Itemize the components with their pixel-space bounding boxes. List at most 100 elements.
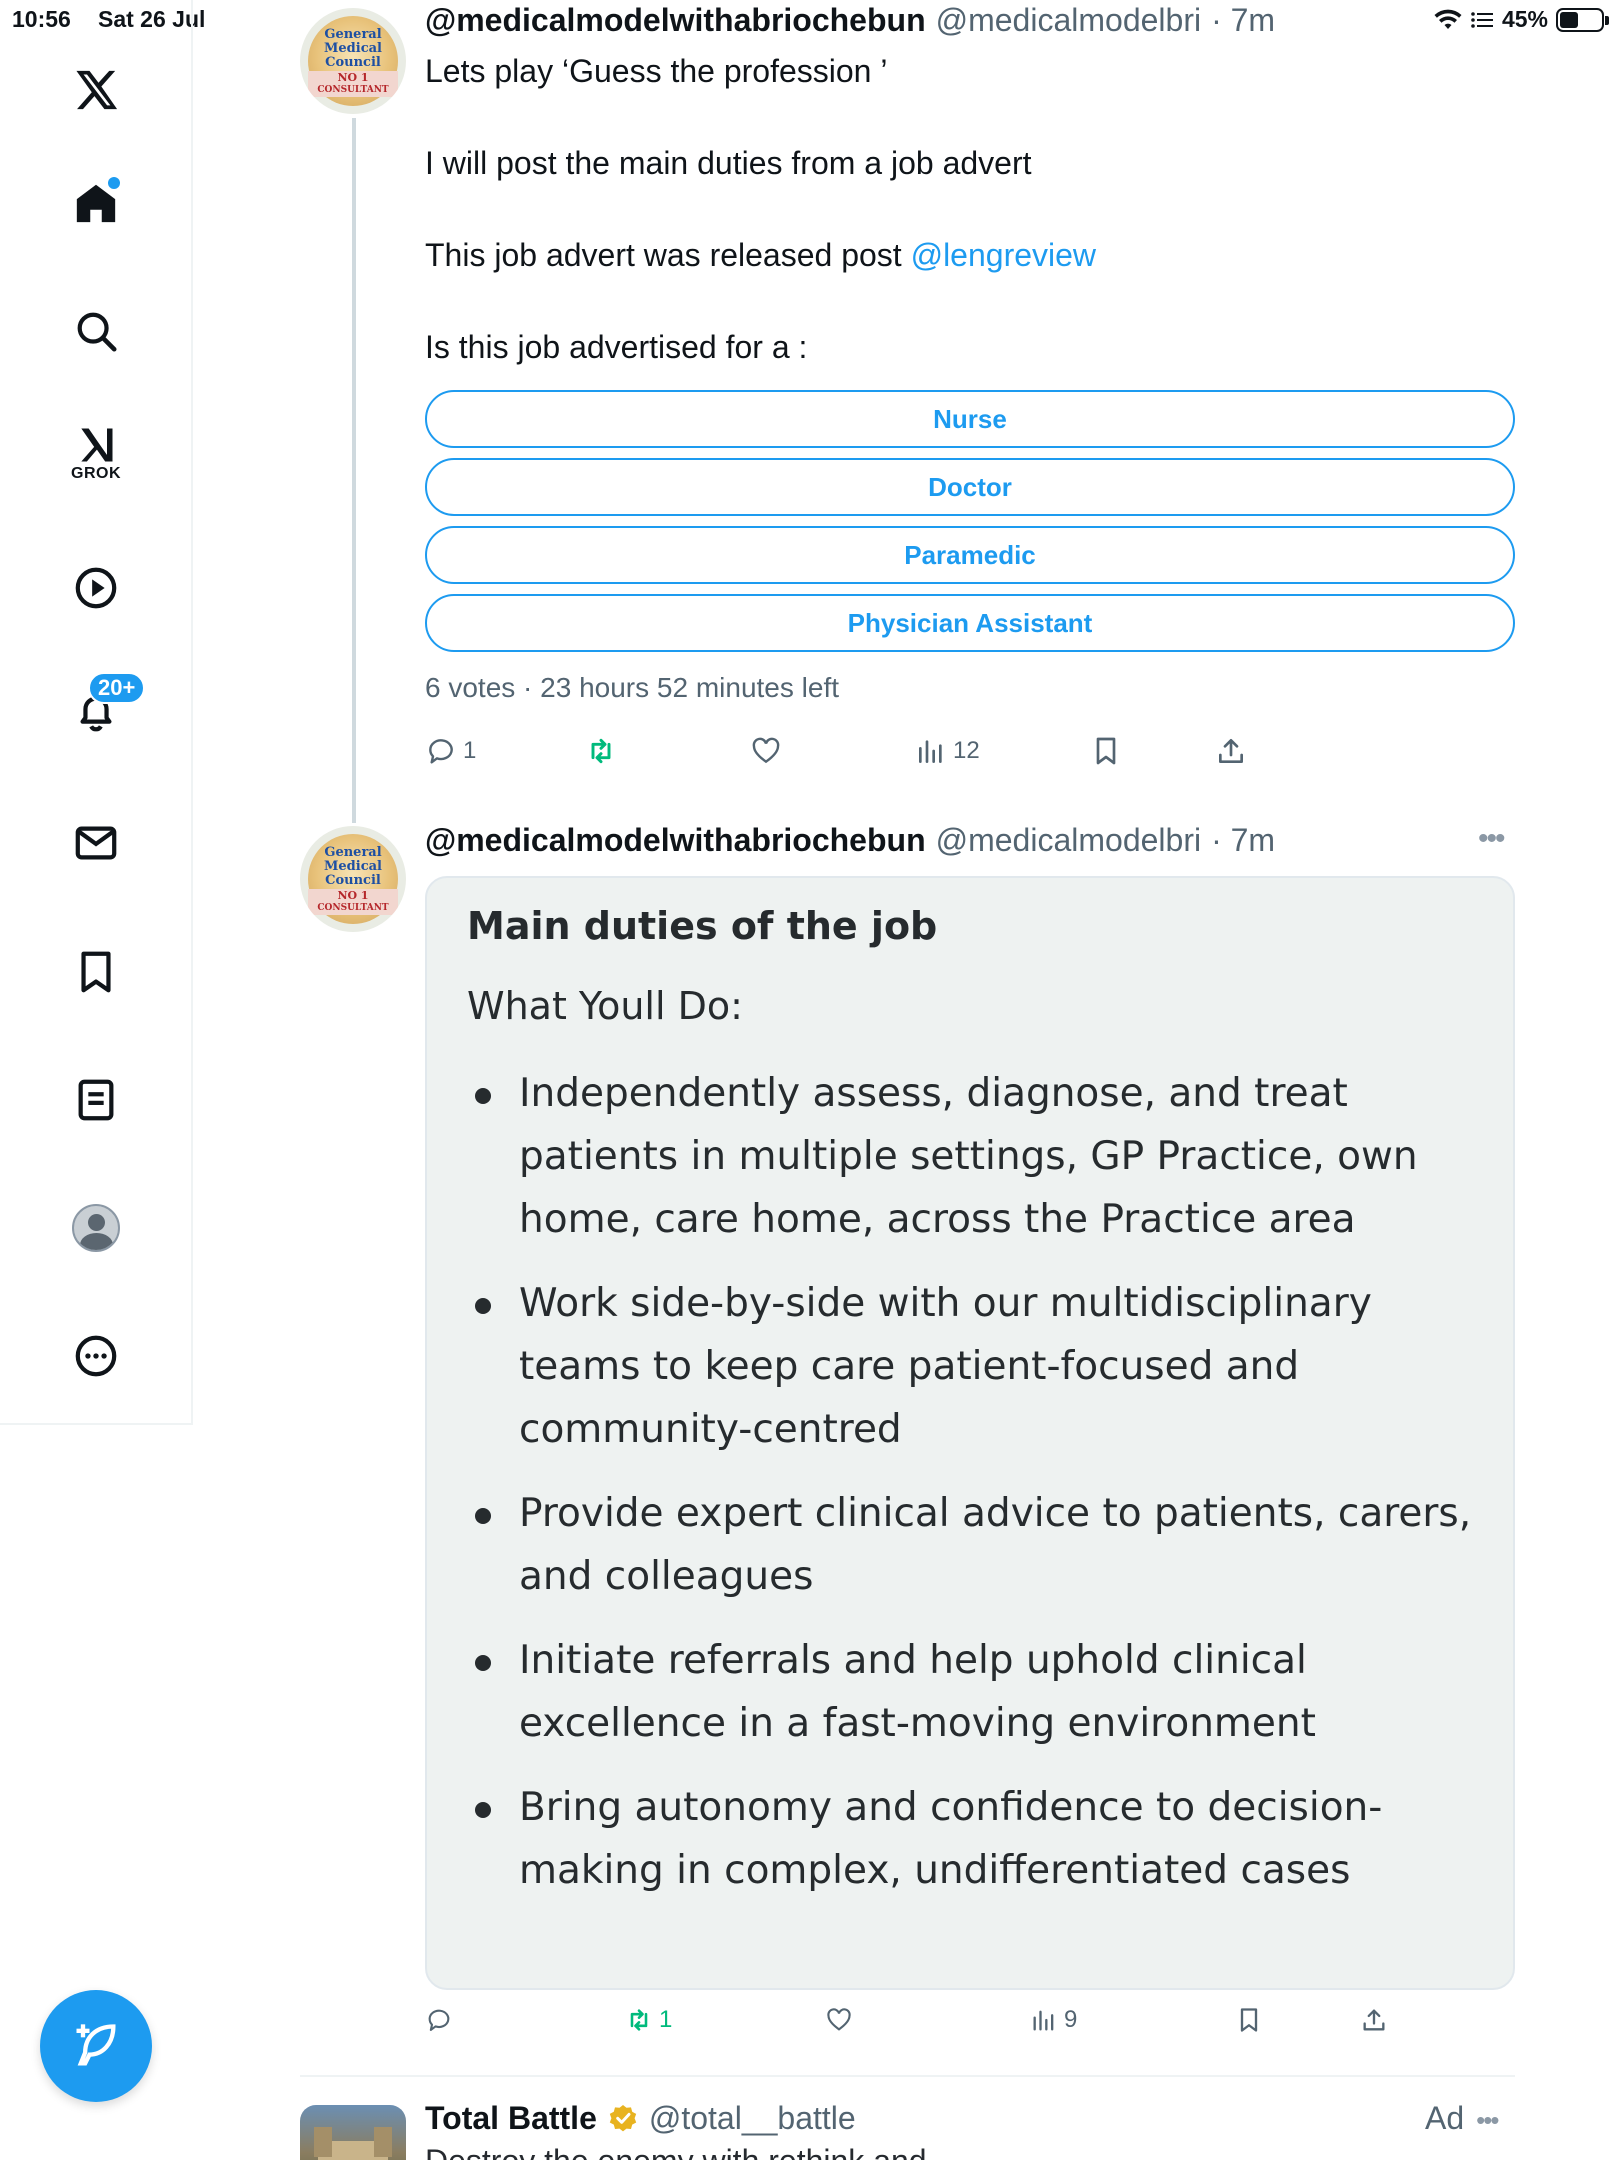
sidebar-nav: GROK 20+ [0,0,193,1425]
heart-icon [827,2008,851,2031]
poll-option-physician-assistant[interactable]: Physician Assistant [425,594,1515,652]
bookmark-button[interactable] [1235,2006,1263,2034]
tweet-body: Lets play ‘Guess the profession ’ I will… [425,48,1096,416]
share-icon [1363,2009,1385,2031]
thread-connector [352,118,356,823]
sidebar-item-lists[interactable] [56,1060,136,1140]
views-button[interactable]: 9 [1030,2006,1077,2034]
ad-more-button[interactable]: ••• [1476,2105,1499,2136]
duty-item: Bring autonomy and confidence to decisio… [467,1776,1473,1902]
author-name[interactable]: @medicalmodelwithabriochebun [425,2,926,39]
retweet-button[interactable] [585,735,623,767]
mention-link[interactable]: @lengreview [911,237,1096,273]
gmc-logo-image: General Medical Council NO 1 CONSULTANT [308,834,398,924]
tweet-line: I will post the main duties from a job a… [425,145,1032,181]
reply-icon [428,2009,450,2031]
battery-level [1560,11,1578,28]
author-handle[interactable]: @medicalmodelbri [936,2,1201,39]
ad-avatar[interactable] [300,2105,406,2160]
more-circle-icon [75,1335,117,1377]
ad-author-name[interactable]: Total Battle [425,2100,597,2137]
tweet-line: Is this job advertised for a : [425,329,808,365]
views-chart-icon [1033,2010,1054,2031]
tweet-line: Lets play ‘Guess the profession ’ [425,53,888,89]
reply-button[interactable]: 1 [425,735,476,767]
author-handle[interactable]: @medicalmodelbri [936,822,1201,859]
sidebar-item-more[interactable] [56,1316,136,1396]
poll-option-nurse[interactable]: Nurse [425,390,1515,448]
logo-text-5: CONSULTANT [308,84,398,97]
sidebar-item-videos[interactable] [56,548,136,628]
x-logo-icon [76,70,118,110]
status-indicators: 45% [1434,6,1609,33]
bookmark-icon [1096,737,1116,765]
ad-header: Total Battle @total__battle [425,2100,856,2137]
search-icon [77,312,117,352]
author-avatar[interactable]: General Medical Council NO 1 CONSULTANT [300,8,406,114]
list-icon [78,1079,114,1121]
notifications-badge: 20+ [88,672,146,704]
battery-icon [1556,7,1609,32]
card-subtitle: What Youll Do: [467,984,743,1028]
more-options-button[interactable]: ••• [1478,822,1505,856]
share-button[interactable] [1360,2006,1388,2034]
heart-icon [752,737,780,764]
bookmark-button[interactable] [1090,735,1122,767]
tweet-actions: 1 9 [425,2006,1525,2046]
ad-author-handle[interactable]: @total__battle [649,2100,856,2137]
logo-text-3: Council [325,55,381,70]
gmc-logo-image: General Medical Council NO 1 CONSULTANT [308,16,398,106]
home-unread-dot [108,177,120,189]
sidebar-item-messages[interactable] [56,803,136,883]
like-button[interactable] [750,735,788,767]
author-avatar[interactable]: General Medical Council NO 1 CONSULTANT [300,826,406,932]
logo-text-4: NO 1 [308,889,398,902]
poll-meta: 6 votes · 23 hours 52 minutes left [425,672,839,703]
sidebar-item-grok[interactable]: GROK [56,413,136,493]
like-button[interactable] [825,2006,859,2034]
poll-option-paramedic[interactable]: Paramedic [425,526,1515,584]
tweet-time[interactable]: · 7m [1211,822,1275,859]
share-button[interactable] [1215,735,1247,767]
x-logo-button[interactable] [56,50,136,130]
views-button[interactable]: 12 [915,735,980,767]
logo-text-2: Medical [324,41,382,56]
duty-item: Work side-by-side with our multidiscipli… [467,1272,1473,1461]
retweet-icon [630,2009,648,2031]
tweet-time[interactable]: · 7m [1211,2,1275,39]
duty-item: Initiate referrals and help uphold clini… [467,1629,1473,1755]
sidebar-item-explore[interactable] [56,291,136,371]
logo-text-2: Medical [324,859,382,874]
bookmark-icon [81,951,111,993]
reply-icon [429,739,453,764]
author-name[interactable]: @medicalmodelwithabriochebun [425,822,926,859]
sidebar-item-profile[interactable] [56,1188,136,1268]
duty-item: Provide expert clinical advice to patien… [467,1482,1473,1608]
sidebar-item-home[interactable] [56,163,136,243]
ad-text: Destroy the enemy with rethink and [425,2143,927,2160]
grok-icon [81,428,113,462]
tweet-line: This job advert was released post @lengr… [425,232,1096,278]
play-circle-icon [75,567,117,609]
poll-option-doctor[interactable]: Doctor [425,458,1515,516]
tweet-line-text: This job advert was released post [425,237,902,273]
compose-feather-icon [76,2024,116,2066]
profile-avatar [72,1204,120,1252]
ad-label-group: Ad ••• [1425,2100,1499,2137]
compose-post-button[interactable] [40,1990,152,2102]
tweet-image-card[interactable]: Main duties of the job What Youll Do: In… [425,876,1515,1990]
verified-badge-icon [609,2104,637,2131]
retweet-button[interactable]: 1 [625,2006,672,2034]
tweet-header: @medicalmodelwithabriochebun @medicalmod… [425,822,1275,859]
sidebar-item-notifications[interactable]: 20+ [56,672,146,752]
envelope-icon [75,826,117,860]
battery-percent: 45% [1501,6,1548,32]
views-count: 9 [1064,2006,1078,2033]
share-icon [1219,739,1243,763]
sidebar-item-bookmarks[interactable] [56,932,136,1012]
wifi-icon [1434,9,1462,29]
list-status-icon [1471,11,1493,28]
retweet-count: 1 [659,2006,673,2033]
reply-button[interactable] [425,2006,459,2034]
tweet-divider [300,2075,1515,2077]
